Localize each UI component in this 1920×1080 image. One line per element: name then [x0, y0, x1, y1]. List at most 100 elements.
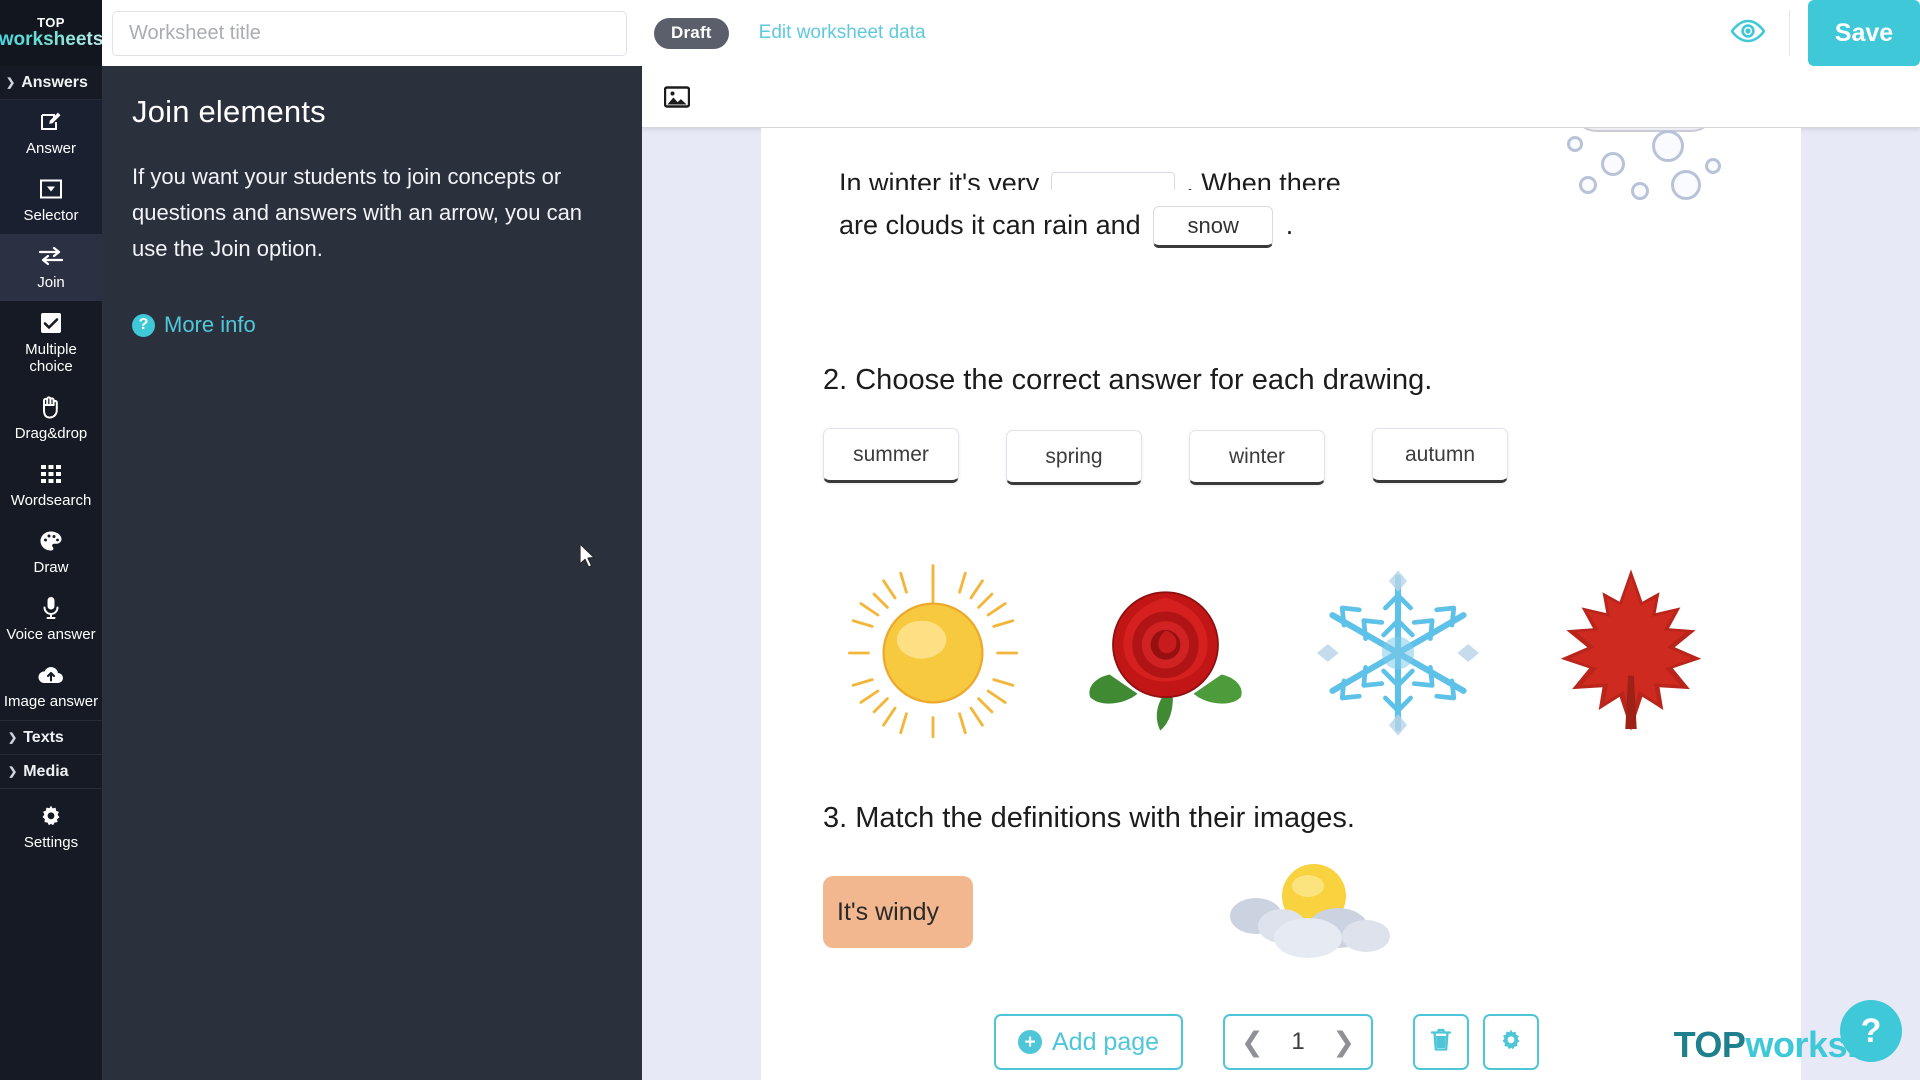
rail-item-answer-label: Answer [25, 140, 77, 157]
rail-item-draw[interactable]: Draw [0, 519, 102, 586]
line1-post-text: . When there [1186, 168, 1341, 190]
rail-item-selector[interactable]: Selector [0, 167, 102, 234]
status-badge: Draft [654, 17, 729, 49]
line1-pre-text: In winter it's very [839, 168, 1040, 190]
chevron-up-icon: ❯ [8, 732, 18, 744]
help-button[interactable]: ? [1840, 1000, 1902, 1062]
header-actions: Save [1719, 0, 1920, 66]
page-action-buttons [1413, 1014, 1540, 1070]
header-divider [1789, 10, 1790, 56]
rail-item-drag-drop-label: Drag&drop [14, 425, 88, 442]
app-logo[interactable]: TOP worksheets [0, 0, 102, 66]
pencil-square-icon [39, 109, 63, 135]
worksheet-title-input[interactable] [112, 10, 627, 56]
worksheet-page[interactable]: In winter it's very . When there are clo… [761, 128, 1801, 1080]
rail-item-settings[interactable]: Settings [0, 789, 102, 861]
add-page-button[interactable]: + Add page [994, 1014, 1184, 1070]
question-3-heading: 3. Match the definitions with their imag… [823, 802, 1355, 834]
rail-item-image-answer-label: Image answer [3, 693, 99, 710]
sun-image[interactable] [817, 548, 1050, 758]
gear-icon [1499, 1028, 1523, 1057]
maple-leaf-image[interactable] [1515, 548, 1748, 758]
rail-item-voice-answer[interactable]: Voice answer [0, 586, 102, 653]
rail-item-draw-label: Draw [33, 559, 69, 576]
snowflake-image[interactable] [1282, 548, 1515, 758]
rail-subgroup-answers: Answer Selector [0, 100, 102, 234]
checkbox-icon [40, 310, 62, 336]
rail-item-join-label: Join [37, 274, 65, 291]
more-info-link[interactable]: ? More info [132, 312, 608, 338]
dropdown-box-icon [39, 176, 63, 202]
answer-card[interactable]: spring [1006, 430, 1142, 485]
rail-item-selector-label: Selector [23, 207, 79, 224]
rose-image[interactable] [1050, 548, 1283, 758]
chevron-up-icon: ❯ [6, 77, 16, 89]
panel-description: If you want your students to join concep… [132, 164, 583, 261]
question-2-heading: 2. Choose the correct answer for each dr… [823, 364, 1433, 396]
watermark-top-text: TOP [1673, 1024, 1746, 1065]
rail-group-media[interactable]: ❯ Media [0, 755, 102, 789]
plus-circle-icon: + [1018, 1030, 1042, 1054]
definition-chip[interactable]: It's windy [823, 876, 973, 948]
rail-group-answers-label: Answers [21, 73, 88, 91]
sun-behind-clouds-image[interactable] [1216, 854, 1406, 974]
save-button[interactable]: Save [1808, 0, 1920, 66]
page-number[interactable]: 1 [1291, 1028, 1304, 1056]
more-info-label: More info [164, 312, 256, 337]
gear-icon [39, 803, 63, 829]
trash-icon [1429, 1027, 1453, 1058]
line2-post-text: . [1285, 210, 1294, 241]
grid-icon [40, 461, 62, 487]
logo-top-text: TOP [37, 15, 65, 30]
rail-item-answer[interactable]: Answer [0, 100, 102, 167]
chevron-left-icon[interactable]: ❮ [1241, 1027, 1264, 1058]
question-2-image-row [817, 548, 1747, 758]
rail-item-wordsearch[interactable]: Wordsearch [0, 452, 102, 519]
hand-icon [40, 394, 62, 420]
bubbles-image [1559, 128, 1729, 200]
filled-answer-field[interactable]: snow [1153, 206, 1274, 248]
rail-group-media-label: Media [23, 762, 69, 780]
microphone-icon [42, 595, 60, 621]
answer-card[interactable]: winter [1189, 430, 1325, 485]
page-settings-button[interactable] [1483, 1014, 1540, 1070]
page-controls-bar: + Add page ❮ 1 ❯ [994, 1014, 1540, 1070]
answer-card[interactable]: autumn [1372, 428, 1508, 483]
top-header: TOP worksheets Draft Edit worksheet data… [0, 0, 1920, 66]
rail-group-answers[interactable]: ❯ Answers [0, 66, 102, 100]
rail-item-drag-drop[interactable]: Drag&drop [0, 385, 102, 452]
rail-item-voice-answer-label: Voice answer [6, 626, 96, 643]
chevron-right-icon[interactable]: ❯ [1332, 1027, 1355, 1058]
rail-item-image-answer[interactable]: Image answer [0, 653, 102, 720]
worksheet-line-1: In winter it's very . When there [839, 168, 1341, 190]
app-root: TOP worksheets Draft Edit worksheet data… [0, 0, 1920, 1080]
worksheet-canvas: In winter it's very . When there are clo… [642, 66, 1920, 1080]
pagination-control: ❮ 1 ❯ [1223, 1014, 1374, 1070]
line2-pre-text: are clouds it can rain and [839, 210, 1141, 241]
swap-arrows-icon [37, 243, 65, 269]
blank-answer-field[interactable] [1050, 171, 1175, 190]
rail-item-settings-label: Settings [23, 834, 79, 851]
rail-item-multiple-choice[interactable]: Multiple choice [0, 301, 102, 385]
add-page-label: Add page [1052, 1027, 1160, 1056]
left-tool-rail: ❯ Answers Answer Selector Join Multiple … [0, 66, 102, 1080]
palette-icon [39, 528, 63, 554]
canvas-toolbar [642, 66, 1920, 128]
panel-title: Join elements [132, 94, 326, 129]
answer-card[interactable]: summer [823, 428, 959, 483]
cloud-upload-icon [37, 662, 65, 688]
edit-worksheet-data-link[interactable]: Edit worksheet data [759, 22, 926, 44]
rail-item-multiple-choice-label: Multiple choice [25, 341, 77, 375]
rail-item-join[interactable]: Join [0, 234, 102, 301]
rail-item-wordsearch-label: Wordsearch [10, 492, 92, 509]
rail-group-texts[interactable]: ❯ Texts [0, 721, 102, 755]
delete-page-button[interactable] [1413, 1014, 1470, 1070]
eye-icon [1731, 19, 1765, 48]
image-icon[interactable] [664, 85, 690, 108]
logo-worksheets-text: worksheets [0, 29, 102, 50]
preview-button[interactable] [1719, 19, 1777, 48]
worksheet-line-2: are clouds it can rain and snow . [839, 206, 1293, 248]
rail-group-texts-label: Texts [23, 728, 64, 746]
tool-info-panel: Join elements If you want your students … [102, 66, 642, 1080]
question-circle-icon: ? [132, 313, 155, 337]
